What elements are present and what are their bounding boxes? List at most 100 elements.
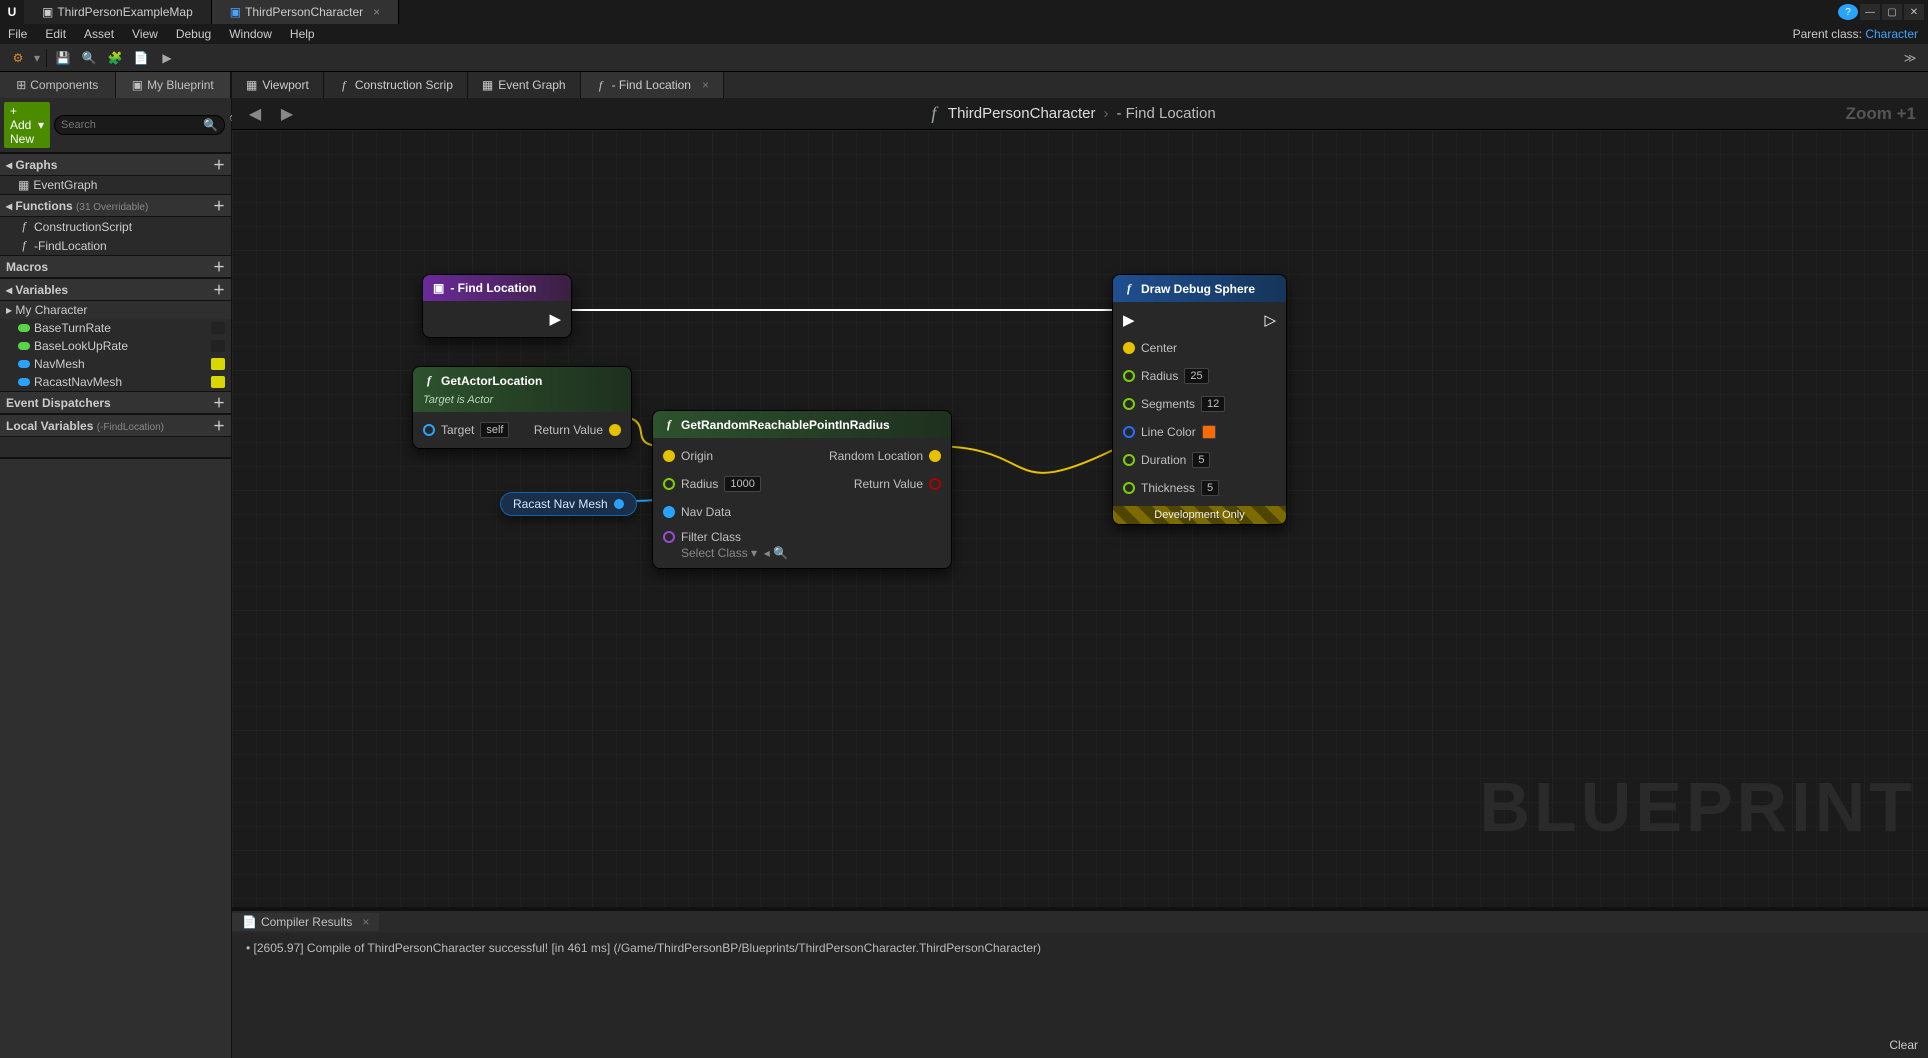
close-button[interactable]: ✕ — [1904, 4, 1924, 20]
vector-pin[interactable] — [663, 450, 675, 462]
close-icon[interactable]: × — [702, 78, 709, 92]
variable-baseturnrate[interactable]: BaseTurnRate — [0, 319, 231, 337]
pin-label: Random Location — [829, 449, 923, 463]
search-input[interactable]: 🔍 — [54, 115, 225, 135]
tab-findlocation[interactable]: f- Find Location× — [581, 72, 724, 98]
class-defaults-icon[interactable]: 📄 — [131, 48, 151, 68]
function-icon: f — [1123, 281, 1135, 296]
menu-file[interactable]: File — [8, 27, 27, 41]
tab-viewport[interactable]: ▦Viewport — [232, 72, 324, 98]
pin-value[interactable]: 5 — [1192, 452, 1210, 468]
search-field[interactable] — [61, 119, 203, 131]
close-icon[interactable]: × — [362, 915, 369, 929]
visibility-toggle[interactable] — [211, 358, 225, 370]
color-swatch[interactable] — [1202, 425, 1216, 439]
class-settings-icon[interactable]: 🧩 — [105, 48, 125, 68]
subtab-myblueprint[interactable]: ▣ My Blueprint — [116, 72, 232, 98]
category-localvars[interactable]: Local Variables (-FindLocation) ＋ — [0, 414, 231, 437]
parent-class-link[interactable]: Character — [1865, 27, 1918, 41]
item-label: BaseTurnRate — [34, 321, 111, 335]
add-icon[interactable]: ＋ — [213, 258, 225, 275]
graph-canvas[interactable]: ▣- Find Location ▶ fGetActorLocation Tar… — [232, 130, 1928, 907]
close-icon[interactable]: × — [373, 5, 380, 19]
variable-baselookuprate[interactable]: BaseLookUpRate — [0, 337, 231, 355]
menu-help[interactable]: Help — [290, 27, 315, 41]
chevron-down-icon[interactable]: ▾ — [34, 51, 40, 65]
tab-compiler-results[interactable]: 📄 Compiler Results × — [232, 913, 379, 931]
expand-icon[interactable]: ≫ — [1900, 48, 1920, 68]
nav-back-button[interactable]: ◀ — [244, 103, 266, 125]
category-variables[interactable]: ◂ Variables ＋ — [0, 278, 231, 301]
doc-tab-level[interactable]: ▣ ThirdPersonExampleMap — [24, 0, 212, 24]
visibility-toggle[interactable] — [211, 376, 225, 388]
add-icon[interactable]: ＋ — [213, 394, 225, 411]
doc-tab-blueprint[interactable]: ▣ ThirdPersonCharacter × — [212, 0, 399, 24]
clear-button[interactable]: Clear — [1889, 1038, 1918, 1052]
save-icon[interactable]: 💾 — [53, 48, 73, 68]
add-icon[interactable]: ＋ — [213, 156, 225, 173]
category-eventdispatchers[interactable]: Event Dispatchers ＋ — [0, 391, 231, 414]
fn-findlocation[interactable]: f -FindLocation — [0, 236, 231, 255]
add-icon[interactable]: ＋ — [213, 281, 225, 298]
menu-window[interactable]: Window — [229, 27, 272, 41]
menu-view[interactable]: View — [132, 27, 158, 41]
add-icon[interactable]: ＋ — [213, 417, 225, 434]
pin-value[interactable]: 12 — [1201, 396, 1225, 412]
visibility-toggle[interactable] — [211, 322, 225, 334]
color-pin[interactable] — [1123, 426, 1135, 438]
node-getactorlocation[interactable]: fGetActorLocation Target is Actor Target… — [412, 366, 632, 449]
find-icon[interactable]: 🔍 — [79, 48, 99, 68]
help-button[interactable]: ? — [1838, 4, 1858, 20]
category-macros[interactable]: Macros ＋ — [0, 255, 231, 278]
float-pin[interactable] — [1123, 370, 1135, 382]
class-pin[interactable] — [663, 531, 675, 543]
visibility-toggle[interactable] — [211, 340, 225, 352]
add-new-button[interactable]: + Add New ▾ — [4, 102, 50, 148]
compile-icon[interactable]: ⚙ — [8, 48, 28, 68]
menu-edit[interactable]: Edit — [45, 27, 66, 41]
node-variable-navmesh[interactable]: Racast Nav Mesh — [500, 492, 637, 516]
dropdown-value[interactable]: Select Class — [681, 546, 748, 560]
pin-value[interactable]: 1000 — [724, 476, 760, 492]
breadcrumb-root[interactable]: ThirdPersonCharacter — [948, 105, 1096, 122]
bool-pin[interactable] — [929, 478, 941, 490]
minimize-button[interactable]: — — [1860, 4, 1880, 20]
float-pin[interactable] — [663, 478, 675, 490]
vector-pin[interactable] — [929, 450, 941, 462]
chevron-down-icon: ▾ — [38, 118, 44, 132]
exec-in-pin[interactable]: ▶ — [1123, 311, 1135, 329]
float-pin[interactable] — [1123, 454, 1135, 466]
category-graphs[interactable]: ◂ Graphs ＋ — [0, 153, 231, 176]
subtab-components[interactable]: ⊞ Components — [0, 72, 116, 98]
node-drawdebugsphere[interactable]: fDraw Debug Sphere ▶▷ Center Radius 25 S… — [1112, 274, 1287, 525]
node-getrandomreachablepoint[interactable]: fGetRandomReachablePointInRadius Origin … — [652, 410, 952, 569]
exec-out-pin[interactable]: ▶ — [549, 310, 561, 328]
maximize-button[interactable]: ▢ — [1882, 4, 1902, 20]
vector-pin[interactable] — [1123, 342, 1135, 354]
add-icon[interactable]: ＋ — [213, 197, 225, 214]
pin-default[interactable]: self — [480, 422, 509, 438]
menu-asset[interactable]: Asset — [84, 27, 114, 41]
vector-pin[interactable] — [609, 424, 621, 436]
blueprint-icon: ▣ — [132, 78, 143, 92]
graph-eventgraph[interactable]: ▦ EventGraph — [0, 176, 231, 194]
tab-constructionscript[interactable]: fConstruction Scrip — [324, 72, 468, 98]
tab-eventgraph[interactable]: ▦Event Graph — [468, 72, 581, 98]
object-out-pin[interactable] — [614, 499, 624, 509]
fn-constructionscript[interactable]: f ConstructionScript — [0, 217, 231, 236]
simulate-icon[interactable]: ▶ — [157, 48, 177, 68]
menu-debug[interactable]: Debug — [176, 27, 211, 41]
node-function-entry[interactable]: ▣- Find Location ▶ — [422, 274, 572, 338]
nav-fwd-button[interactable]: ▶ — [276, 103, 298, 125]
object-pin[interactable] — [423, 424, 435, 436]
int-pin[interactable] — [1123, 398, 1135, 410]
variable-navmesh[interactable]: NavMesh — [0, 355, 231, 373]
float-pin[interactable] — [1123, 482, 1135, 494]
pin-value[interactable]: 5 — [1201, 480, 1219, 496]
pin-value[interactable]: 25 — [1184, 368, 1208, 384]
variable-racastnavmesh[interactable]: RacastNavMesh — [0, 373, 231, 391]
exec-out-pin[interactable]: ▷ — [1264, 311, 1276, 329]
category-functions[interactable]: ◂ Functions (31 Overridable) ＋ — [0, 194, 231, 217]
var-group-mycharacter[interactable]: ▸ My Character — [0, 301, 231, 319]
object-pin[interactable] — [663, 506, 675, 518]
